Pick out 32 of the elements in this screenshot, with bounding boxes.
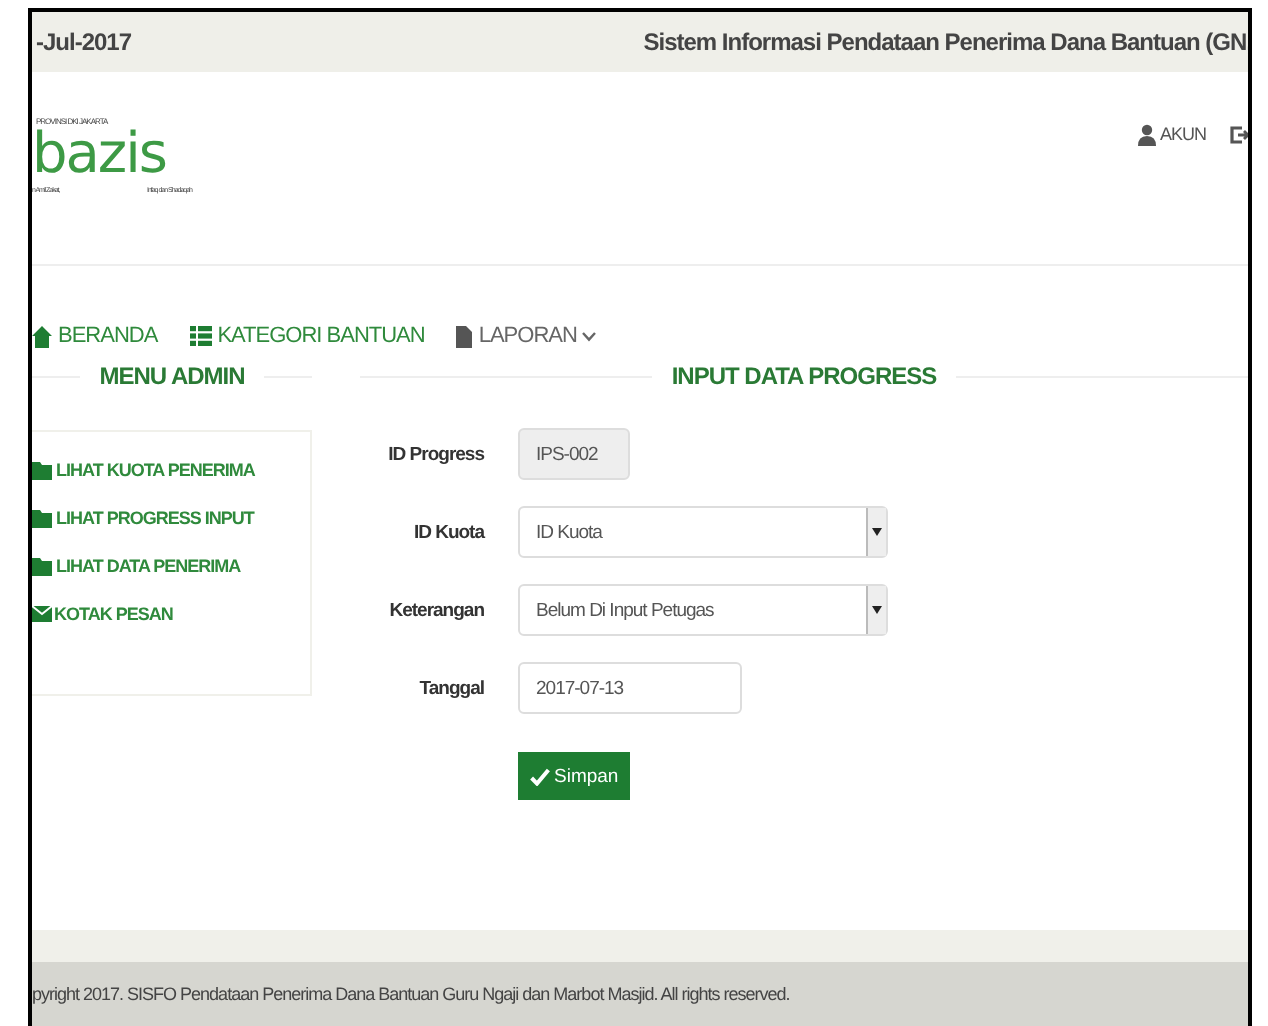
save-button[interactable]: Simpan	[518, 752, 631, 800]
select-field[interactable]: ID Kuota	[518, 506, 888, 558]
copyright-text: pyright 2017. SISFO Pendataan Penerima Dana Bantuan Guru Ngaji dan Marbot Masjid. All rights reserved.	[32, 984, 790, 1004]
user-icon	[1137, 123, 1156, 145]
menu-item[interactable]: LIHAT KUOTA PENERIMA	[32, 460, 310, 480]
nav-link[interactable]: KATEGORI BANTUAN	[189, 326, 425, 346]
folder-icon	[32, 557, 54, 575]
file-icon	[456, 325, 473, 347]
menu-item[interactable]: LIHAT PROGRESS INPUT	[32, 508, 310, 528]
nav-link[interactable]: LAPORAN	[456, 326, 597, 346]
field-label: ID Kuota	[411, 521, 484, 543]
select-field[interactable]: Belum Di Input Petugas	[518, 584, 888, 636]
menu-item[interactable]: KOTAK PESAN	[32, 604, 310, 624]
dropdown-arrow-icon	[872, 528, 882, 536]
dropdown-arrow-icon	[872, 606, 882, 614]
account-link[interactable]: AKUN	[1137, 123, 1206, 145]
date-text: -Jul-2017	[36, 28, 132, 56]
nav-link[interactable]: BERANDA	[32, 326, 158, 346]
section-title: MENU ADMIN	[79, 362, 265, 390]
field-label: ID Progress	[386, 443, 484, 465]
section-title: INPUT DATA PROGRESS	[651, 362, 957, 390]
list-icon	[189, 326, 212, 346]
field-label: Tanggal	[417, 677, 484, 699]
input-field[interactable]: 2017-07-13	[518, 662, 742, 714]
field-label: Keterangan	[387, 599, 484, 621]
folder-icon	[32, 461, 54, 479]
folder-icon	[32, 509, 54, 527]
site-title: Sistem Informasi Pendataan Penerima Dana Bantuan (GN,	[643, 28, 1248, 56]
logout-icon[interactable]	[1230, 123, 1248, 145]
checkmark-icon	[530, 767, 550, 785]
menu-item[interactable]: LIHAT DATA PENERIMA	[32, 556, 310, 576]
home-icon	[32, 325, 52, 347]
